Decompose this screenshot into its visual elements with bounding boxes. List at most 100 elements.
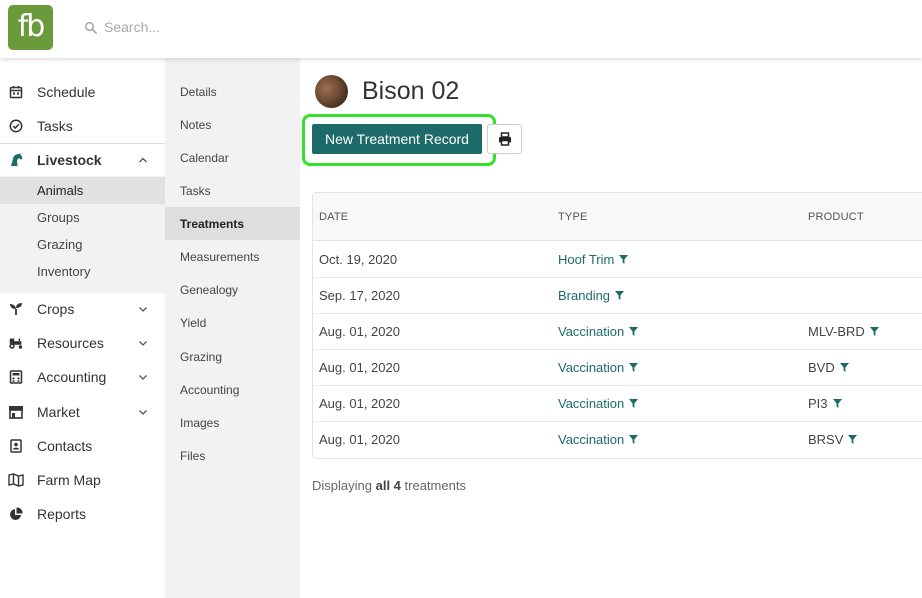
date-cell: Oct. 19, 2020 <box>319 252 398 267</box>
farmbrite-logo[interactable]: fb <box>8 5 53 50</box>
sidebar-subitem-inventory[interactable]: Inventory <box>0 258 165 285</box>
summary-count: all 4 <box>375 478 401 493</box>
sidebar-subitem-grazing[interactable]: Grazing <box>0 231 165 258</box>
subnav-item-yield[interactable]: Yield <box>165 306 300 339</box>
type-link[interactable]: Branding <box>558 288 625 303</box>
sidebar-item-label: Contacts <box>37 438 93 454</box>
filter-icon[interactable] <box>839 363 849 372</box>
filter-icon[interactable] <box>869 327 879 336</box>
filter-icon[interactable] <box>629 435 639 444</box>
product-text: BRSV <box>808 432 844 447</box>
pie-chart-icon <box>8 506 24 522</box>
summary-suffix: treatments <box>404 478 466 493</box>
tractor-icon <box>8 335 24 351</box>
sidebar-item-reports[interactable]: Reports <box>0 498 165 530</box>
type-link[interactable]: Hoof Trim <box>558 252 629 267</box>
search-input[interactable] <box>104 16 404 38</box>
product-cell: BRSV <box>808 432 858 447</box>
subnav-item-tasks[interactable]: Tasks <box>165 174 300 207</box>
product-text: PI3 <box>808 396 828 411</box>
chevron-down-icon <box>139 410 147 415</box>
date-cell: Sep. 17, 2020 <box>319 288 400 303</box>
sidebar-item-label: Resources <box>37 335 104 351</box>
subnav-item-files[interactable]: Files <box>165 439 300 472</box>
top-header: fb <box>0 0 922 58</box>
date-cell: Aug. 01, 2020 <box>319 324 400 339</box>
subnav-item-accounting[interactable]: Accounting <box>165 373 300 406</box>
results-summary: Displaying all 4 treatments <box>312 478 466 493</box>
column-header-product[interactable]: PRODUCT <box>808 211 864 223</box>
type-link[interactable]: Vaccination <box>558 432 639 447</box>
product-cell: PI3 <box>808 396 842 411</box>
treatments-table: DATE TYPE PRODUCT Oct. 19, 2020 Hoof Tri… <box>312 192 922 459</box>
new-treatment-record-button[interactable]: New Treatment Record <box>312 124 482 154</box>
subnav-item-calendar[interactable]: Calendar <box>165 141 300 174</box>
sidebar-subitem-groups[interactable]: Groups <box>0 204 165 231</box>
main-sidebar: Schedule Tasks Livestock Animals Groups … <box>0 58 165 598</box>
product-cell: BVD <box>808 360 849 375</box>
product-text: BVD <box>808 360 835 375</box>
filter-icon[interactable] <box>629 399 639 408</box>
sidebar-item-schedule[interactable]: Schedule <box>0 76 165 108</box>
product-cell: MLV-BRD <box>808 324 879 339</box>
page-title: Bison 02 <box>362 77 460 105</box>
livestock-submenu: Animals Groups Grazing Inventory <box>0 176 165 293</box>
filter-icon[interactable] <box>629 363 639 372</box>
sidebar-item-tasks[interactable]: Tasks <box>0 110 165 142</box>
sidebar-item-label: Crops <box>37 301 75 317</box>
subnav-item-notes[interactable]: Notes <box>165 108 300 141</box>
date-cell: Aug. 01, 2020 <box>319 432 400 447</box>
type-link[interactable]: Vaccination <box>558 360 639 375</box>
subnav-item-label: Measurements <box>180 249 260 264</box>
calculator-icon <box>8 369 24 385</box>
sidebar-item-contacts[interactable]: Contacts <box>0 430 165 462</box>
type-link[interactable]: Vaccination <box>558 324 639 339</box>
address-book-icon <box>8 438 24 454</box>
product-text: MLV-BRD <box>808 324 865 339</box>
sidebar-subitem-animals[interactable]: Animals <box>0 177 165 204</box>
filter-icon[interactable] <box>615 291 625 300</box>
map-icon <box>8 472 24 488</box>
subnav-item-label: Tasks <box>180 183 211 198</box>
subnav-item-images[interactable]: Images <box>165 406 300 439</box>
subnav-item-treatments[interactable]: Treatments <box>165 207 300 240</box>
store-icon <box>8 404 24 420</box>
subnav-item-genealogy[interactable]: Genealogy <box>165 273 300 306</box>
table-row: Aug. 01, 2020 Vaccination MLV-BRD <box>313 314 922 350</box>
chevron-down-icon <box>139 341 147 346</box>
filter-icon[interactable] <box>619 255 629 264</box>
chevron-down-icon <box>139 307 147 312</box>
column-header-type[interactable]: TYPE <box>558 211 588 223</box>
subnav-item-measurements[interactable]: Measurements <box>165 240 300 273</box>
type-text: Vaccination <box>558 324 625 339</box>
filter-icon[interactable] <box>629 327 639 336</box>
subnav-item-label: Details <box>180 84 217 99</box>
print-button[interactable] <box>487 124 522 154</box>
date-cell: Aug. 01, 2020 <box>319 396 400 411</box>
subnav-item-label: Treatments <box>180 216 245 231</box>
subnav-item-label: Notes <box>180 117 212 132</box>
sidebar-item-accounting[interactable]: Accounting <box>0 361 165 393</box>
chevron-up-icon <box>139 157 147 163</box>
subnav-item-label: Calendar <box>180 150 229 165</box>
print-icon <box>498 132 511 146</box>
seedling-icon <box>8 301 24 317</box>
type-text: Vaccination <box>558 396 625 411</box>
filter-icon[interactable] <box>832 399 842 408</box>
sidebar-item-label: Reports <box>37 506 87 522</box>
subnav-item-details[interactable]: Details <box>165 75 300 108</box>
column-header-date[interactable]: DATE <box>319 211 348 223</box>
chevron-down-icon <box>139 375 147 380</box>
type-link[interactable]: Vaccination <box>558 396 639 411</box>
animal-subnav: Details Notes Calendar Tasks Treatments … <box>165 58 300 598</box>
filter-icon[interactable] <box>848 435 858 444</box>
sidebar-item-farm-map[interactable]: Farm Map <box>0 464 165 496</box>
sidebar-item-resources[interactable]: Resources <box>0 327 165 359</box>
sidebar-item-livestock[interactable]: Livestock <box>0 144 165 176</box>
subnav-item-grazing[interactable]: Grazing <box>165 340 300 373</box>
sidebar-item-crops[interactable]: Crops <box>0 293 165 325</box>
subnav-item-label: Genealogy <box>180 282 239 297</box>
sidebar-item-market[interactable]: Market <box>0 396 165 428</box>
sidebar-item-label: Livestock <box>37 152 102 168</box>
sidebar-subitem-label: Groups <box>37 210 80 225</box>
